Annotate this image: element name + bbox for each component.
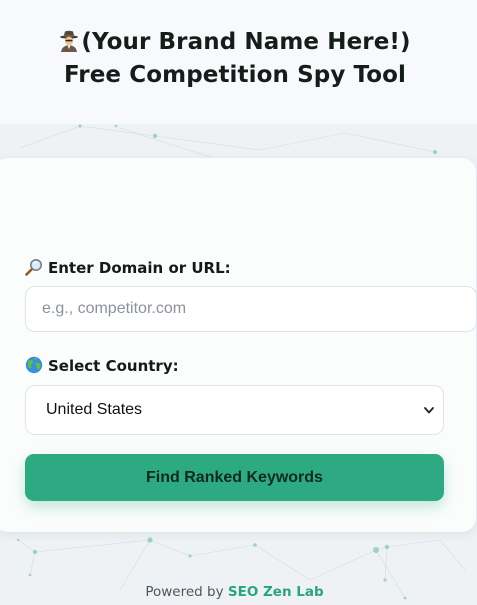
page-title-line-1: (Your Brand Name Here!) [0,26,470,58]
domain-label-text: Enter Domain or URL: [48,259,231,277]
chevron-down-icon [424,407,434,414]
domain-label: Enter Domain or URL: [25,258,231,277]
globe-icon [25,356,43,374]
page-title-line-2: Free Competition Spy Tool [63,62,407,88]
find-ranked-keywords-button[interactable]: Find Ranked Keywords [25,454,444,501]
magnifier-icon [25,259,42,276]
footer-prefix: Powered by [145,584,224,600]
footer: Powered by SEO Zen Lab [0,584,469,600]
footer-brand-link[interactable]: SEO Zen Lab [228,584,324,600]
spy-detective-icon [60,30,79,52]
title-text-1: (Your Brand Name Here!) [81,29,411,55]
form-card: Enter Domain or URL: Select Country: Uni… [0,158,477,532]
country-select-value: United States [46,401,143,418]
header: (Your Brand Name Here!) Free Competition… [0,0,477,124]
country-select[interactable]: United States [25,385,444,435]
country-label-text: Select Country: [48,357,179,375]
domain-input[interactable] [25,286,477,332]
country-label: Select Country: [25,356,179,375]
